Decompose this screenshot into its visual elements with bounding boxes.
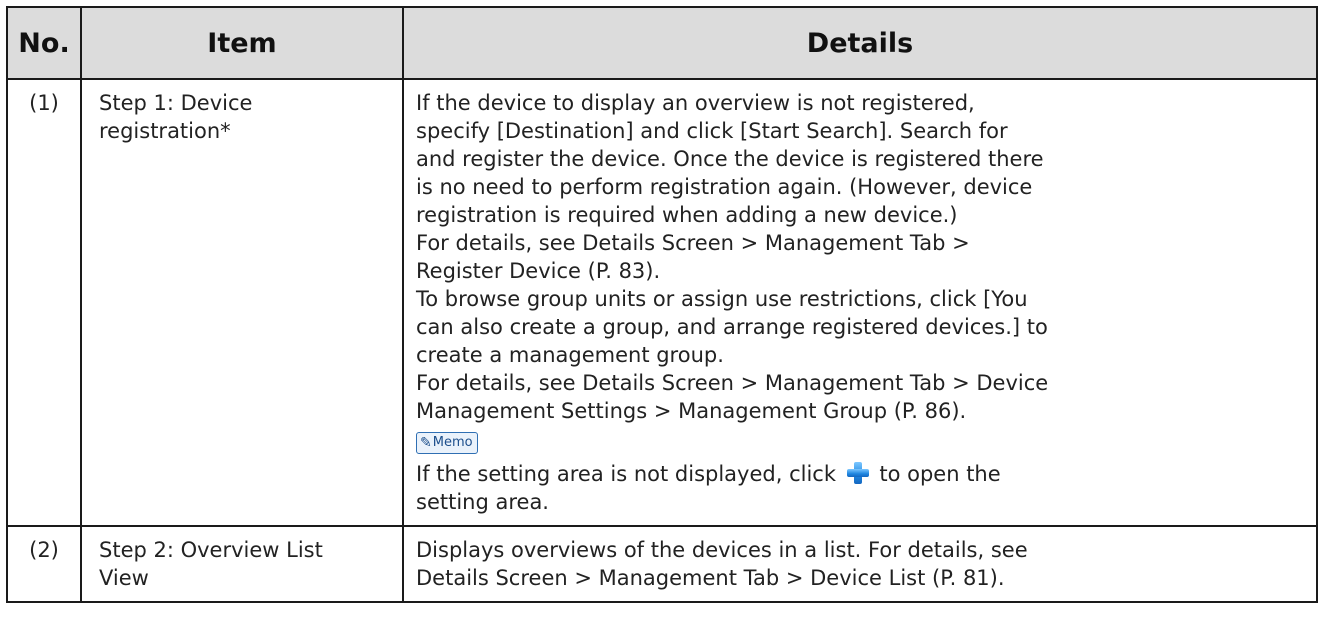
pencil-icon: ✎ <box>420 435 432 451</box>
row-details: If the device to display an overview is … <box>402 78 1318 527</box>
item-text-line: registration* <box>99 119 231 143</box>
item-text-line: Step 2: Overview List <box>99 538 323 562</box>
details-text-line: can also create a group, and arrange reg… <box>416 315 1048 339</box>
details-text-line: Details Screen > Management Tab > Device… <box>416 566 1005 590</box>
details-text-line: registration is required when adding a n… <box>416 203 958 227</box>
memo-text-after: to open the <box>872 462 1001 486</box>
table-row: (1) Step 1: Device registration* If the … <box>6 78 1318 527</box>
details-text-line: Management Settings > Management Group (… <box>416 399 967 423</box>
details-text-line: For details, see Details Screen > Manage… <box>416 231 970 255</box>
memo-label: Memo <box>432 435 473 450</box>
row-item: Step 2: Overview List View <box>80 525 404 603</box>
details-text-line: If the device to display an overview is … <box>416 91 975 115</box>
details-text-line: specify [Destination] and click [Start S… <box>416 119 1008 143</box>
details-text-line: To browse group units or assign use rest… <box>416 287 1028 311</box>
item-text-line: View <box>99 566 149 590</box>
details-text-line: is no need to perform registration again… <box>416 175 1033 199</box>
table-row: (2) Step 2: Overview List View Displays … <box>6 525 1318 603</box>
details-text-line: For details, see Details Screen > Manage… <box>416 371 1049 395</box>
row-number: (1) <box>6 78 82 527</box>
header-item: Item <box>80 6 404 80</box>
plus-icon <box>846 461 870 485</box>
details-text-line: and register the device. Once the device… <box>416 147 1044 171</box>
memo-text-line: setting area. <box>416 490 549 514</box>
header-row: No. Item Details <box>6 6 1318 80</box>
table-body: (1) Step 1: Device registration* If the … <box>6 78 1318 603</box>
table-header: No. Item Details <box>6 6 1318 80</box>
row-details: Displays overviews of the devices in a l… <box>402 525 1318 603</box>
memo-text-before: If the setting area is not displayed, cl… <box>416 462 843 486</box>
memo-badge: ✎ Memo <box>416 432 478 454</box>
row-item: Step 1: Device registration* <box>80 78 404 527</box>
header-no: No. <box>6 6 82 80</box>
row-number: (2) <box>6 525 82 603</box>
details-text-line: create a management group. <box>416 343 724 367</box>
header-details: Details <box>402 6 1318 80</box>
details-text-line: Register Device (P. 83). <box>416 259 661 283</box>
manual-table: No. Item Details (1) Step 1: Device regi… <box>6 6 1318 603</box>
details-text-line: Displays overviews of the devices in a l… <box>416 538 1028 562</box>
item-text-line: Step 1: Device <box>99 91 253 115</box>
memo-text-line: If the setting area is not displayed, cl… <box>416 460 1308 488</box>
